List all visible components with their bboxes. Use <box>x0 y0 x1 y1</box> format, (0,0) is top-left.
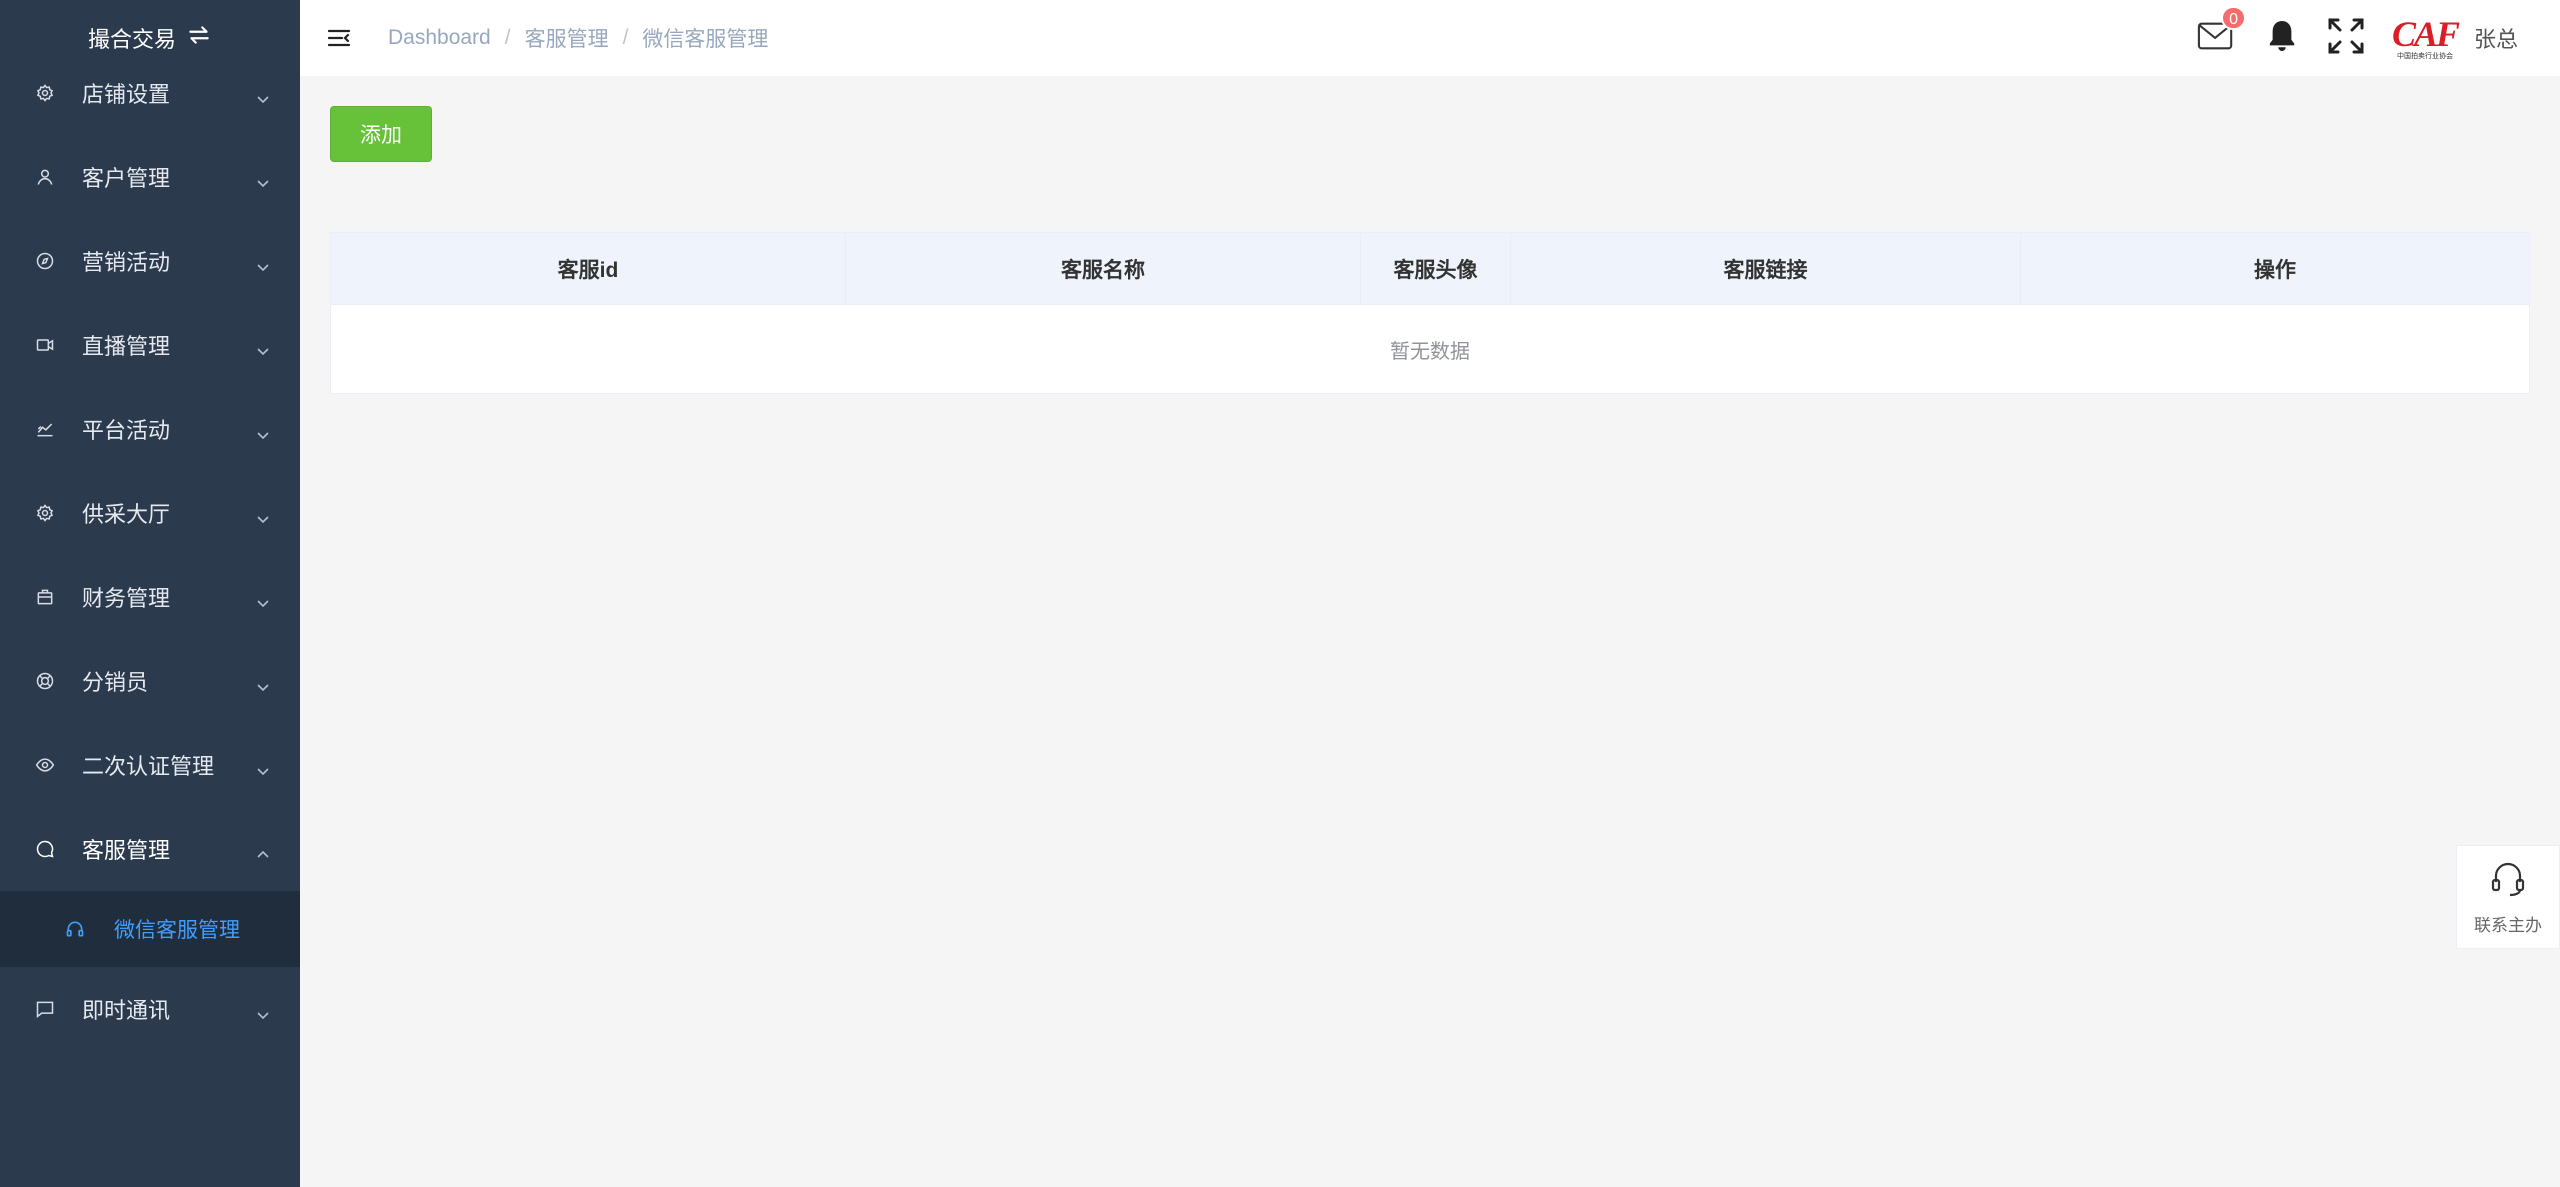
eye-icon <box>34 754 56 776</box>
username[interactable]: 张总 <box>2474 22 2518 54</box>
avatar[interactable]: CAF 中国拍卖行业协会 <box>2391 9 2460 67</box>
sidebar-item-platform-activities[interactable]: 平台活动 <box>0 387 300 471</box>
column-header-name: 客服名称 <box>846 233 1361 304</box>
chevron-down-icon <box>256 338 270 356</box>
chevron-up-icon <box>256 842 270 858</box>
sidebar-item-label: 供采大厅 <box>82 502 171 527</box>
sidebar-item-secondary-auth[interactable]: 二次认证管理 <box>0 723 300 807</box>
chevron-down-icon <box>256 674 270 692</box>
add-button[interactable]: 添加 <box>330 106 432 162</box>
column-header-avatar: 客服头像 <box>1361 233 1511 304</box>
chat-bubble-icon <box>34 838 56 860</box>
sidebar-item-shop-settings[interactable]: 店铺设置 <box>0 51 300 135</box>
breadcrumb-dashboard[interactable]: Dashboard <box>388 26 491 50</box>
breadcrumb-current: 微信客服管理 <box>642 28 769 51</box>
sidebar: 撮合交易 店铺设置 客户管理 营销活动 直播管理 平台活动 供采大厅 财务管理 <box>0 0 300 1187</box>
logo-mark: CAF <box>2391 13 2460 54</box>
menu-toggle-icon[interactable] <box>326 25 352 51</box>
lifebuoy-icon <box>34 670 56 692</box>
chevron-down-icon <box>256 86 270 104</box>
chart-icon <box>34 418 56 440</box>
logo-subtitle: 中国拍卖行业协会 <box>2396 52 2453 60</box>
fullscreen-button[interactable] <box>2326 18 2366 58</box>
sidebar-item-marketing[interactable]: 营销活动 <box>0 219 300 303</box>
sidebar-item-label: 客服管理 <box>82 838 171 863</box>
table-header: 客服id 客服名称 客服头像 客服链接 操作 <box>331 233 2529 305</box>
column-header-link: 客服链接 <box>1511 233 2021 304</box>
sidebar-item-label: 分销员 <box>82 670 149 695</box>
sidebar-item-label: 客户管理 <box>82 166 171 191</box>
sidebar-item-live[interactable]: 直播管理 <box>0 303 300 387</box>
video-camera-icon <box>34 334 56 356</box>
sidebar-item-customers[interactable]: 客户管理 <box>0 135 300 219</box>
breadcrumb-separator: / <box>504 26 511 49</box>
switch-icon[interactable] <box>186 22 212 54</box>
fullscreen-icon <box>2326 16 2366 61</box>
chevron-down-icon <box>256 590 270 608</box>
chevron-down-icon <box>256 1002 270 1020</box>
notification-button[interactable] <box>2262 18 2302 58</box>
column-header-actions: 操作 <box>2254 258 2296 282</box>
top-header: Dashboard / 客服管理 / 微信客服管理 0 CAF 中国拍卖行业协会… <box>300 0 2560 76</box>
chevron-down-icon <box>256 758 270 776</box>
contact-organizer-button[interactable]: 联系主办 <box>2456 845 2560 949</box>
sidebar-item-customer-service[interactable]: 客服管理 <box>0 807 300 891</box>
compass-icon <box>34 250 56 272</box>
chevron-down-icon <box>256 254 270 272</box>
bell-icon <box>2267 19 2297 58</box>
table-empty-text: 暂无数据 <box>1390 340 1470 363</box>
sidebar-item-label: 即时通讯 <box>82 998 171 1023</box>
briefcase-icon <box>34 586 56 608</box>
user-icon <box>34 166 56 188</box>
gear-icon <box>34 82 56 104</box>
sidebar-subitem-label: 微信客服管理 <box>114 919 240 942</box>
message-icon <box>34 998 56 1020</box>
sidebar-item-finance[interactable]: 财务管理 <box>0 555 300 639</box>
headset-icon <box>2488 858 2528 903</box>
chevron-down-icon <box>256 506 270 524</box>
brand-label: 撮合交易 <box>87 27 176 52</box>
sidebar-item-label: 平台活动 <box>82 418 171 443</box>
sidebar-item-label: 财务管理 <box>82 586 171 611</box>
breadcrumb: Dashboard / 客服管理 / 微信客服管理 <box>388 23 768 53</box>
sidebar-item-label: 直播管理 <box>82 334 171 359</box>
headset-icon <box>64 918 86 940</box>
chevron-down-icon <box>256 170 270 188</box>
breadcrumb-customer-service[interactable]: 客服管理 <box>525 23 609 53</box>
service-table: 客服id 客服名称 客服头像 客服链接 操作 暂无数据 <box>330 232 2530 394</box>
column-header-id: 客服id <box>331 233 846 304</box>
main-content: 添加 客服id 客服名称 客服头像 客服链接 操作 暂无数据 <box>300 76 2560 1187</box>
header-actions: 0 CAF 中国拍卖行业协会 张总 <box>2196 0 2560 76</box>
chevron-down-icon <box>256 422 270 440</box>
sidebar-item-label: 二次认证管理 <box>82 754 215 779</box>
gear-icon <box>34 502 56 524</box>
mail-badge: 0 <box>2221 6 2246 30</box>
sidebar-item-label: 店铺设置 <box>82 82 171 107</box>
sidebar-subitem-wechat-service[interactable]: 微信客服管理 <box>0 891 300 967</box>
sidebar-item-procurement-hall[interactable]: 供采大厅 <box>0 471 300 555</box>
sidebar-item-instant-messaging[interactable]: 即时通讯 <box>0 967 300 1051</box>
sidebar-item-distributors[interactable]: 分销员 <box>0 639 300 723</box>
contact-organizer-label: 联系主办 <box>2474 916 2542 935</box>
customer-service-submenu: 微信客服管理 <box>0 891 300 967</box>
breadcrumb-separator: / <box>622 26 629 49</box>
sidebar-item-label: 营销活动 <box>82 250 171 275</box>
mail-button[interactable]: 0 <box>2196 6 2246 58</box>
